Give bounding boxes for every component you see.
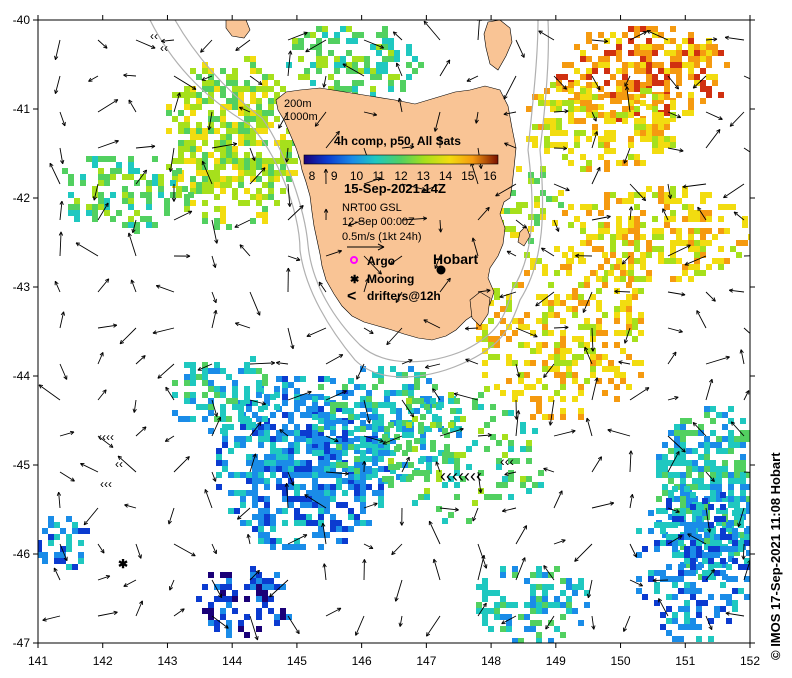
legend-drifters: drifters@12h: [367, 289, 441, 303]
contour-label-200m: 200m: [284, 98, 312, 110]
color-scale-label: 9: [331, 169, 338, 183]
drifter-marker: ‹‹: [115, 457, 123, 471]
copyright-credit: © IMOS 17-Sep-2021 11:08 Hobart: [768, 452, 783, 660]
x-tick-label: 145: [287, 654, 307, 668]
svg-text:✱: ✱: [118, 557, 128, 571]
color-scale-label: 15: [461, 169, 475, 183]
y-tick-label: -47: [13, 636, 31, 650]
drifter-marker: ‹‹‹‹‹‹‹: [440, 466, 482, 486]
y-tick-label: -43: [13, 280, 31, 294]
y-tick-label: -46: [13, 547, 31, 561]
x-tick-label: 142: [93, 654, 113, 668]
legend-mooring: Mooring: [367, 272, 414, 286]
x-tick-label: 144: [222, 654, 242, 668]
drifter-marker: ‹‹: [160, 41, 168, 55]
y-tick-label: -45: [13, 458, 31, 472]
drifter-marker: ‹‹: [150, 29, 158, 43]
legend-argo: Argo: [367, 254, 395, 268]
y-tick-label: -40: [13, 13, 31, 27]
x-tick-label: 143: [157, 654, 177, 668]
x-tick-label: 148: [481, 654, 501, 668]
x-tick-label: 151: [675, 654, 695, 668]
color-scale-label: 16: [483, 169, 497, 183]
x-tick-label: 150: [611, 654, 631, 668]
drifter-marker: ‹‹‹‹: [98, 430, 114, 444]
mooring-icon: ✱: [350, 274, 359, 286]
x-tick-label: 149: [546, 654, 566, 668]
drifter-marker: ‹‹‹: [100, 477, 112, 491]
legend-date: 15-Sep-2021 14Z: [344, 181, 446, 196]
x-tick-label: 146: [352, 654, 372, 668]
x-tick-label: 152: [740, 654, 760, 668]
legend-current-source: NRT00 GSL: [342, 202, 402, 214]
color-scale-bar: [303, 154, 499, 165]
color-scale-label: 8: [309, 169, 316, 183]
legend-title: 4h comp, p50, All Sats: [334, 134, 461, 148]
mooring-marker: ✱: [118, 557, 128, 571]
sst-map: ‹‹ ‹‹ ‹‹‹‹ ‹‹ ‹‹‹ ‹‹‹‹‹‹‹ ‹‹‹ ✱ Hobart 2…: [13, 13, 761, 668]
drifter-marker: ‹‹‹: [500, 453, 514, 469]
x-tick-label: 147: [416, 654, 436, 668]
y-tick-label: -44: [13, 369, 31, 383]
y-tick-label: -42: [13, 191, 31, 205]
x-tick-label: 141: [28, 654, 48, 668]
legend-current-scale: 0.5m/s (1kt 24h): [342, 231, 421, 243]
contour-label-1000m: 1000m: [284, 111, 318, 123]
drifter-icon: <: [347, 288, 356, 305]
y-tick-label: -41: [13, 102, 31, 116]
hobart-label: Hobart: [433, 251, 478, 267]
legend-current-date: 12-Sep 00:00Z: [342, 216, 415, 228]
